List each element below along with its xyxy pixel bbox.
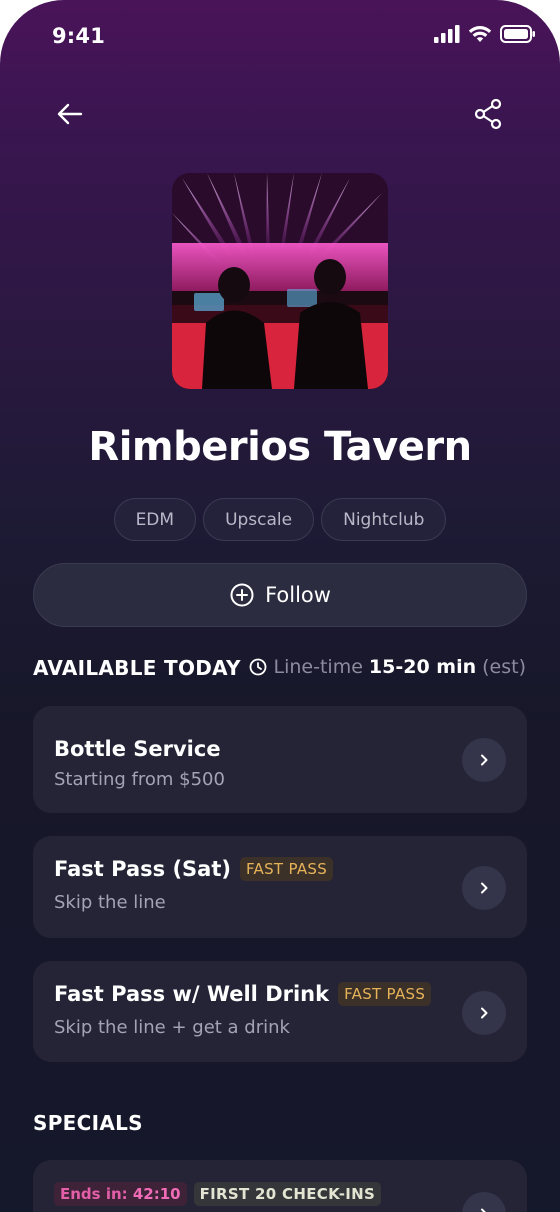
arrow-left-icon — [57, 103, 83, 125]
check-in-badge: FIRST 20 CHECK-INS — [193, 1182, 382, 1206]
offer-title-text: Fast Pass (Sat) — [54, 857, 231, 881]
special-open-button[interactable] — [462, 1192, 506, 1212]
special-badges: Ends in: 42:10 FIRST 20 CHECK-INS — [54, 1182, 382, 1206]
follow-label: Follow — [265, 583, 331, 607]
venue-name: Rimberios Tavern — [88, 424, 472, 470]
offer-subtitle: Starting from $500 — [54, 769, 225, 790]
wifi-icon — [468, 26, 492, 42]
ends-in-badge: Ends in: 42:10 — [54, 1182, 187, 1206]
share-icon — [474, 98, 502, 130]
offer-title: Bottle Service — [54, 737, 221, 761]
battery-icon — [500, 25, 535, 43]
offer-title-text: Fast Pass w/ Well Drink — [54, 982, 330, 1006]
chevron-right-icon — [481, 754, 488, 766]
ends-in-label: Ends in: — [60, 1185, 128, 1203]
chevron-right-icon — [481, 1208, 486, 1212]
fast-pass-badge: FAST PASS — [338, 982, 432, 1006]
tag-chip[interactable]: Nightclub — [321, 498, 447, 541]
fast-pass-badge: FAST PASS — [239, 857, 334, 881]
chevron-right-icon — [481, 882, 488, 894]
offer-card[interactable]: Fast Pass (Sat) FAST PASS Skip the line — [33, 836, 527, 938]
dj-booth-illustration — [172, 173, 388, 389]
specials-heading: SPECIALS — [33, 1111, 143, 1135]
status-bar: 9:41 — [0, 22, 560, 52]
screen: 9:41 Rimberios Tavern EDM Upscale Nightc… — [0, 0, 560, 1212]
tag-chip[interactable]: EDM — [113, 498, 197, 541]
offer-open-button[interactable] — [462, 738, 506, 782]
offer-subtitle: Skip the line — [54, 892, 166, 913]
offer-card[interactable]: Bottle Service Starting from $500 — [33, 706, 527, 813]
venue-photo — [172, 173, 388, 389]
back-button[interactable] — [50, 96, 90, 132]
available-today-heading: AVAILABLE TODAY — [33, 656, 241, 680]
offer-title: Fast Pass (Sat) FAST PASS — [54, 857, 334, 881]
status-icons — [434, 25, 536, 43]
line-time-note: (est) — [482, 656, 526, 678]
offer-open-button[interactable] — [462, 991, 506, 1035]
ends-in-timer: 42:10 — [132, 1185, 181, 1203]
offer-card[interactable]: Fast Pass w/ Well Drink FAST PASS Skip t… — [33, 961, 527, 1062]
offer-subtitle: Skip the line + get a drink — [54, 1017, 290, 1038]
offer-title-text: Bottle Service — [54, 737, 221, 761]
venue-tags: EDM Upscale Nightclub — [0, 498, 560, 541]
share-button[interactable] — [470, 96, 506, 132]
offer-open-button[interactable] — [462, 866, 506, 910]
cellular-signal-icon — [434, 25, 460, 43]
status-time: 9:41 — [52, 24, 106, 48]
line-time-label: Line-time — [273, 656, 363, 678]
plus-circle-icon — [230, 583, 254, 607]
offer-title: Fast Pass w/ Well Drink FAST PASS — [54, 982, 432, 1006]
line-time: Line-time 15-20 min (est) — [248, 656, 526, 678]
special-card[interactable]: Ends in: 42:10 FIRST 20 CHECK-INS — [33, 1160, 527, 1212]
line-time-value: 15-20 min — [368, 656, 477, 678]
tag-chip[interactable]: Upscale — [203, 498, 315, 541]
follow-button[interactable]: Follow — [33, 563, 527, 627]
clock-icon — [249, 658, 266, 676]
chevron-right-icon — [481, 1007, 488, 1019]
